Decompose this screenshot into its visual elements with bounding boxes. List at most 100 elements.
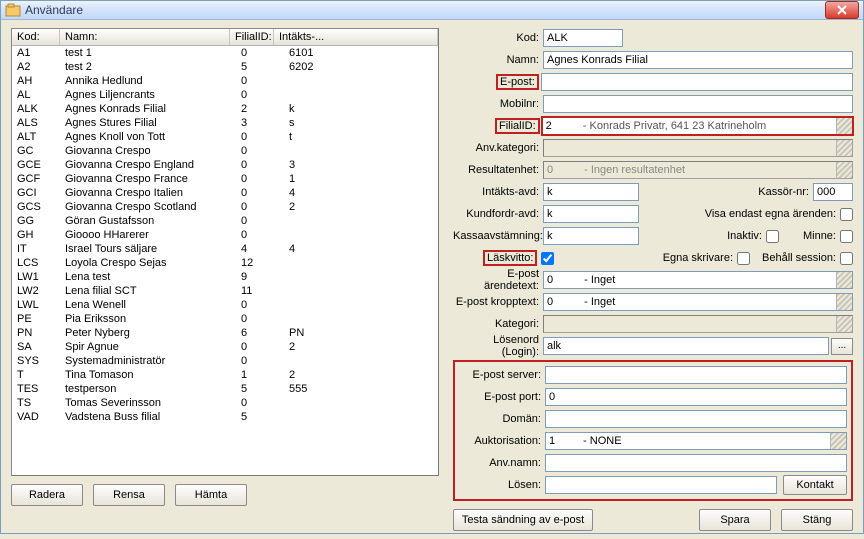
anvkategori-input[interactable] xyxy=(543,139,853,157)
table-row[interactable]: AHAnnika Hedlund0 xyxy=(12,74,438,88)
radera-button[interactable]: Radera xyxy=(11,484,83,506)
table-row[interactable]: GHGioooo HHarerer0 xyxy=(12,228,438,242)
epostarende-desc[interactable] xyxy=(575,271,853,289)
right-buttons: Testa sändning av e-post Spara Stäng xyxy=(453,509,853,531)
namn-input[interactable] xyxy=(543,51,853,69)
resultatenhet-input[interactable] xyxy=(543,161,575,179)
behallsession-checkbox[interactable] xyxy=(840,252,853,265)
kategori-input[interactable] xyxy=(543,315,853,333)
lbl-intaktsavd: Intäkts-avd: xyxy=(453,186,543,198)
table-row[interactable]: TSTomas Severinsson0 xyxy=(12,396,438,410)
auktorisation-input[interactable] xyxy=(545,432,577,450)
table-row[interactable]: ITIsrael Tours säljare44 xyxy=(12,242,438,256)
table-row[interactable]: TTina Tomason12 xyxy=(12,368,438,382)
lbl-auktorisation: Auktorisation: xyxy=(459,435,545,447)
table-row[interactable]: PNPeter Nyberg6PN xyxy=(12,326,438,340)
grid-body[interactable]: A1test 106101A2test 256202AHAnnika Hedlu… xyxy=(12,46,438,424)
auktorisation-desc[interactable] xyxy=(577,432,847,450)
col-filial[interactable]: FilialID: xyxy=(230,29,274,45)
table-row[interactable]: LCSLoyola Crespo Sejas12 xyxy=(12,256,438,270)
lbl-anvkategori: Anv.kategori: xyxy=(453,142,543,154)
table-row[interactable]: LWLLena Wenell0 xyxy=(12,298,438,312)
inaktiv-checkbox[interactable] xyxy=(766,230,779,243)
table-row[interactable]: GCEGiovanna Crespo England03 xyxy=(12,158,438,172)
losenord-input[interactable] xyxy=(543,337,829,355)
rensa-button[interactable]: Rensa xyxy=(93,484,165,506)
dropdown-icon[interactable] xyxy=(830,433,846,449)
table-row[interactable]: ALSAgnes Stures Filial3s xyxy=(12,116,438,130)
col-intakt[interactable]: Intäkts-... xyxy=(274,29,438,45)
epostport-input[interactable] xyxy=(545,388,847,406)
user-grid[interactable]: Kod: Namn: FilialID: Intäkts-... A1test … xyxy=(11,28,439,476)
resultatenhet-desc[interactable] xyxy=(575,161,853,179)
intaktsavd-input[interactable] xyxy=(543,183,639,201)
table-row[interactable]: ALAgnes Liljencrants0 xyxy=(12,88,438,102)
lbl-losenord: Lösenord (Login): xyxy=(453,334,543,358)
col-namn[interactable]: Namn: xyxy=(60,29,230,45)
dropdown-icon[interactable] xyxy=(836,316,852,332)
table-row[interactable]: ALTAgnes Knoll von Tott0t xyxy=(12,130,438,144)
window-title: Användare xyxy=(25,3,825,17)
spara-button[interactable]: Spara xyxy=(699,509,771,531)
table-row[interactable]: GGGöran Gustafsson0 xyxy=(12,214,438,228)
testa-button[interactable]: Testa sändning av e-post xyxy=(453,509,593,531)
lbl-namn: Namn: xyxy=(453,54,543,66)
table-row[interactable]: LW1Lena test9 xyxy=(12,270,438,284)
lbl-kundfordravd: Kundfordr-avd: xyxy=(453,208,543,220)
epostkropp-desc[interactable] xyxy=(575,293,853,311)
dropdown-icon[interactable] xyxy=(836,140,852,156)
grid-header: Kod: Namn: FilialID: Intäkts-... xyxy=(12,29,438,46)
lbl-epostarende: E-post ärendetext: xyxy=(453,268,543,292)
table-row[interactable]: SYSSystemadministratör0 xyxy=(12,354,438,368)
lbl-minne: Minne: xyxy=(799,230,840,242)
dropdown-icon[interactable] xyxy=(836,162,852,178)
kod-input[interactable] xyxy=(543,29,623,47)
epostarende-input[interactable] xyxy=(543,271,575,289)
epost-input[interactable] xyxy=(541,73,853,91)
user-window: Användare Kod: Namn: FilialID: Intäkts-.… xyxy=(0,0,864,534)
table-row[interactable]: ALKAgnes Konrads Filial2k xyxy=(12,102,438,116)
col-kod[interactable]: Kod: xyxy=(12,29,60,45)
table-row[interactable]: PEPia Eriksson0 xyxy=(12,312,438,326)
close-button[interactable] xyxy=(825,1,859,19)
table-row[interactable]: TEStestperson5555 xyxy=(12,382,438,396)
lbl-epostkropp: E-post kropptext: xyxy=(453,296,543,308)
mobilnr-input[interactable] xyxy=(543,95,853,113)
minne-checkbox[interactable] xyxy=(840,230,853,243)
lbl-kategori: Kategori: xyxy=(453,318,543,330)
lbl-epostserver: E-post server: xyxy=(459,369,545,381)
table-row[interactable]: GCIGiovanna Crespo Italien04 xyxy=(12,186,438,200)
losen-input[interactable] xyxy=(545,476,777,494)
lbl-mobilnr: Mobilnr: xyxy=(453,98,543,110)
lbl-epost: E-post: xyxy=(496,74,539,90)
kassornr-input[interactable] xyxy=(813,183,853,201)
table-row[interactable]: GCSGiovanna Crespo Scotland02 xyxy=(12,200,438,214)
table-row[interactable]: A1test 106101 xyxy=(12,46,438,60)
anvnamn-input[interactable] xyxy=(545,454,847,472)
password-button[interactable]: ... xyxy=(831,338,853,355)
epostserver-input[interactable] xyxy=(545,366,847,384)
egnaskrivare-checkbox[interactable] xyxy=(737,252,750,265)
epostkropp-input[interactable] xyxy=(543,293,575,311)
dropdown-icon[interactable] xyxy=(836,118,852,134)
hamta-button[interactable]: Hämta xyxy=(175,484,247,506)
laskvitto-checkbox[interactable] xyxy=(541,252,554,265)
table-row[interactable]: LW2Lena filial SCT11 xyxy=(12,284,438,298)
table-row[interactable]: GCGiovanna Crespo0 xyxy=(12,144,438,158)
filialid-desc[interactable] xyxy=(574,117,853,135)
table-row[interactable]: A2test 256202 xyxy=(12,60,438,74)
stang-button[interactable]: Stäng xyxy=(781,509,853,531)
kundfordravd-input[interactable] xyxy=(543,205,639,223)
lbl-kassornr: Kassör-nr: xyxy=(754,186,813,198)
table-row[interactable]: VADVadstena Buss filial5 xyxy=(12,410,438,424)
table-row[interactable]: GCFGiovanna Crespo France01 xyxy=(12,172,438,186)
visaegna-checkbox[interactable] xyxy=(840,208,853,221)
lbl-resultatenhet: Resultatenhet: xyxy=(453,164,543,176)
doman-input[interactable] xyxy=(545,410,847,428)
dropdown-icon[interactable] xyxy=(836,272,852,288)
filialid-input[interactable] xyxy=(542,117,574,135)
table-row[interactable]: SASpir Agnue02 xyxy=(12,340,438,354)
kontakt-button[interactable]: Kontakt xyxy=(783,475,847,495)
kassaavst-input[interactable] xyxy=(543,227,639,245)
dropdown-icon[interactable] xyxy=(836,294,852,310)
